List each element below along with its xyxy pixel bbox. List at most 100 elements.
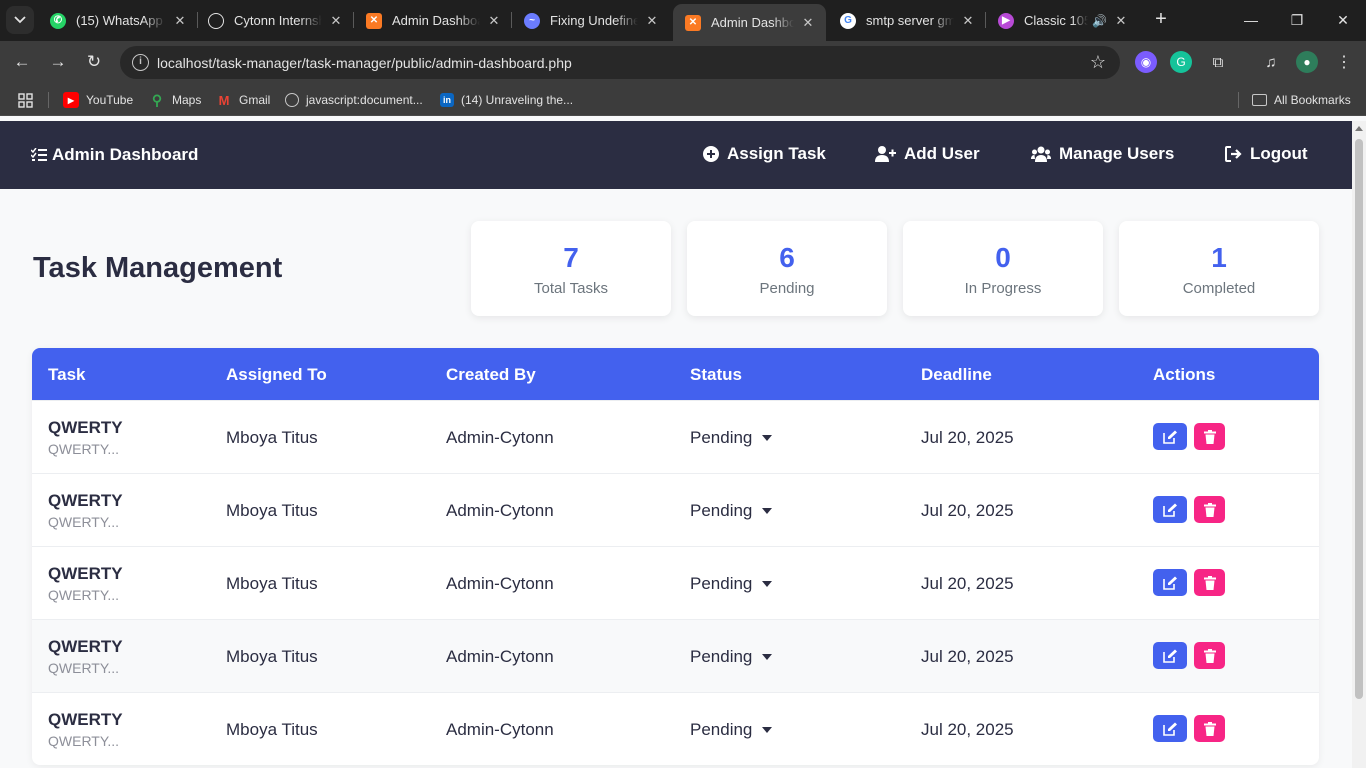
delete-button[interactable]: [1194, 496, 1225, 523]
edit-icon: [1162, 722, 1177, 736]
nav-label: Add User: [904, 144, 980, 163]
task-description: QWERTY...: [48, 660, 120, 676]
scroll-up-arrow[interactable]: [1355, 126, 1363, 131]
table-row: QWERTY QWERTY... Mboya Titus Admin-Cyton…: [32, 619, 1319, 692]
tab-title: Admin Dashboard: [711, 15, 794, 30]
bookmark-youtube[interactable]: ▶ YouTube: [63, 91, 133, 109]
bookmark-javascript[interactable]: javascript:document...: [285, 91, 423, 109]
close-icon[interactable]: ✕: [486, 13, 502, 29]
scrollbar-thumb[interactable]: [1355, 139, 1363, 699]
task-title: QWERTY: [48, 418, 123, 437]
nav-label: Logout: [1250, 144, 1308, 163]
browser-tab[interactable]: ✕ Admin Dashboard ✕: [354, 4, 512, 37]
close-icon[interactable]: ✕: [172, 13, 188, 29]
status-select[interactable]: Pending: [690, 428, 773, 448]
delete-button[interactable]: [1194, 642, 1225, 669]
browser-tab[interactable]: G smtp server gmail ✕: [828, 4, 986, 37]
google-icon: G: [840, 12, 856, 29]
stat-value: 6: [779, 242, 795, 273]
column-header: Deadline: [921, 365, 992, 384]
edit-button[interactable]: [1153, 569, 1187, 596]
nav-assign-task[interactable]: Assign Task: [703, 144, 826, 164]
nav-label: Manage Users: [1059, 144, 1175, 163]
browser-tab-active[interactable]: ✕ Admin Dashboard ✕: [673, 4, 826, 41]
xampp-icon: ✕: [685, 14, 701, 31]
more-menu-icon[interactable]: ⋮: [1333, 51, 1355, 73]
grammarly-icon[interactable]: G: [1170, 51, 1192, 73]
claude-icon: ~: [524, 12, 540, 29]
nav-manage-users[interactable]: Manage Users: [1031, 144, 1174, 164]
nav-logout[interactable]: Logout: [1225, 144, 1308, 164]
media-control-icon[interactable]: ♫: [1260, 51, 1282, 73]
edit-button[interactable]: [1153, 423, 1187, 450]
extension-icon[interactable]: ◉: [1135, 51, 1157, 73]
minimize-button[interactable]: —: [1239, 8, 1263, 32]
status-select[interactable]: Pending: [690, 574, 773, 594]
gmail-icon: M: [218, 92, 230, 108]
bookmark-linkedin[interactable]: in (14) Unraveling the...: [440, 91, 573, 109]
all-bookmarks-button[interactable]: All Bookmarks: [1252, 91, 1351, 109]
bookmark-star-icon[interactable]: ☆: [1090, 52, 1106, 73]
browser-tab[interactable]: ✆ (15) WhatsApp Business ✕: [38, 4, 198, 37]
window-close-button[interactable]: ✕: [1331, 8, 1355, 32]
profile-avatar[interactable]: ●: [1296, 51, 1318, 73]
back-button[interactable]: ←: [10, 50, 34, 74]
forward-button[interactable]: →: [46, 50, 70, 74]
created-by: Admin-Cytonn: [446, 720, 554, 739]
close-icon[interactable]: ✕: [800, 15, 816, 31]
bookmark-maps[interactable]: ⚲ Maps: [149, 91, 201, 109]
table-header: Task Assigned To Created By Status Deadl…: [32, 348, 1319, 400]
deadline: Jul 20, 2025: [921, 501, 1014, 520]
status-select[interactable]: Pending: [690, 501, 773, 521]
bookmark-gmail[interactable]: M Gmail: [216, 91, 271, 109]
tab-search-button[interactable]: [6, 6, 34, 34]
nav-add-user[interactable]: Add User: [875, 144, 980, 164]
close-icon[interactable]: ✕: [644, 13, 660, 29]
bookmark-label: javascript:document...: [306, 93, 423, 107]
apps-grid-icon[interactable]: [18, 91, 33, 109]
reload-button[interactable]: ↻: [82, 50, 106, 74]
browser-toolbar: ← → ↻ i localhost/task-manager/task-mana…: [0, 41, 1366, 83]
url-text: localhost/task-manager/task-manager/publ…: [157, 55, 572, 71]
close-icon[interactable]: ✕: [960, 13, 976, 29]
tab-title: Fixing Undefined: [550, 13, 638, 28]
status-value: Pending: [690, 501, 753, 520]
page-scrollbar[interactable]: [1352, 121, 1366, 768]
delete-button[interactable]: [1194, 423, 1225, 450]
bookmarks-bar: ▶ YouTube ⚲ Maps M Gmail javascript:docu…: [0, 83, 1366, 116]
close-icon[interactable]: ✕: [1113, 13, 1129, 29]
plus-circle-icon: [703, 146, 719, 162]
tab-title: Admin Dashboard: [392, 13, 480, 28]
status-select[interactable]: Pending: [690, 647, 773, 667]
status-select[interactable]: Pending: [690, 720, 773, 740]
browser-tab-strip: ✆ (15) WhatsApp Business ✕ Cytonn Intern…: [0, 0, 1366, 41]
extensions-puzzle-icon[interactable]: ⧉: [1207, 51, 1229, 73]
edit-button[interactable]: [1153, 715, 1187, 742]
stat-label: Completed: [1182, 280, 1256, 297]
column-header: Created By: [446, 365, 536, 384]
address-bar[interactable]: i localhost/task-manager/task-manager/pu…: [120, 46, 1120, 79]
delete-button[interactable]: [1194, 569, 1225, 596]
stat-card-completed: 1 Completed: [1119, 221, 1319, 316]
stat-label: Total Tasks: [534, 280, 608, 297]
stat-value: 7: [563, 242, 579, 273]
stat-value: 0: [995, 242, 1011, 273]
assigned-to: Mboya Titus: [226, 428, 318, 447]
youtube-icon: ▶: [63, 92, 79, 108]
site-info-icon[interactable]: i: [132, 54, 149, 71]
new-tab-button[interactable]: +: [1150, 8, 1172, 30]
browser-tab[interactable]: Cytonn Internship ✕: [196, 4, 354, 37]
brand-link[interactable]: Admin Dashboard: [31, 145, 198, 165]
delete-button[interactable]: [1194, 715, 1225, 742]
browser-tab[interactable]: ▶ Classic 105.2 🔊 ✕: [986, 4, 1140, 37]
whatsapp-icon: ✆: [50, 12, 66, 29]
edit-button[interactable]: [1153, 642, 1187, 669]
browser-tab[interactable]: ~ Fixing Undefined ✕: [512, 4, 670, 37]
close-icon[interactable]: ✕: [328, 13, 344, 29]
deadline: Jul 20, 2025: [921, 574, 1014, 593]
chevron-down-icon: [14, 16, 26, 24]
restore-button[interactable]: ❐: [1285, 8, 1309, 32]
edit-button[interactable]: [1153, 496, 1187, 523]
table-row: QWERTY QWERTY... Mboya Titus Admin-Cyton…: [32, 546, 1319, 619]
stat-card-total: 7 Total Tasks: [471, 221, 671, 316]
